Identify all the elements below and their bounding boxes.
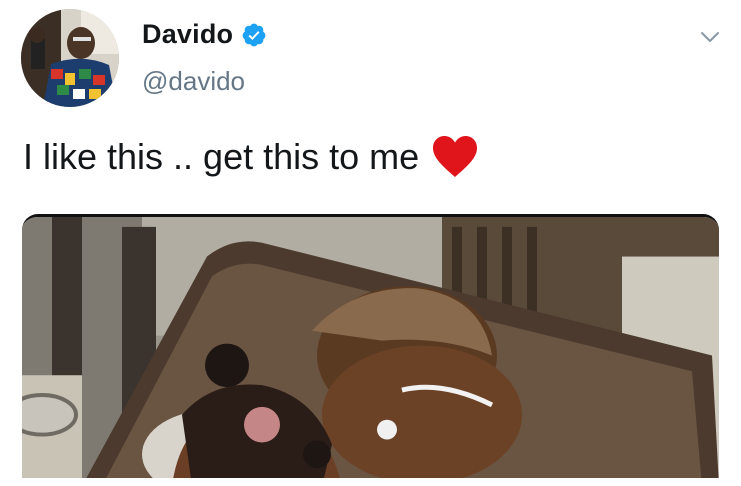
tweet-card: Davido @davido I like this .. get this t… [0, 0, 741, 486]
tweet-text-content: I like this .. get this to me [23, 136, 420, 177]
display-name[interactable]: Davido [142, 19, 233, 50]
heart-icon [431, 135, 479, 179]
verified-badge-icon [241, 22, 267, 48]
author-name-row[interactable]: Davido [142, 19, 267, 50]
tweet-media-image[interactable] [22, 214, 719, 486]
chevron-down-icon[interactable] [699, 26, 721, 48]
bottom-edge [0, 478, 741, 486]
avatar[interactable] [21, 9, 119, 107]
avatar-image [21, 9, 119, 107]
author-handle[interactable]: @davido [142, 66, 245, 97]
tweet-text: I like this .. get this to me [23, 135, 479, 179]
painting-photo [22, 217, 719, 486]
